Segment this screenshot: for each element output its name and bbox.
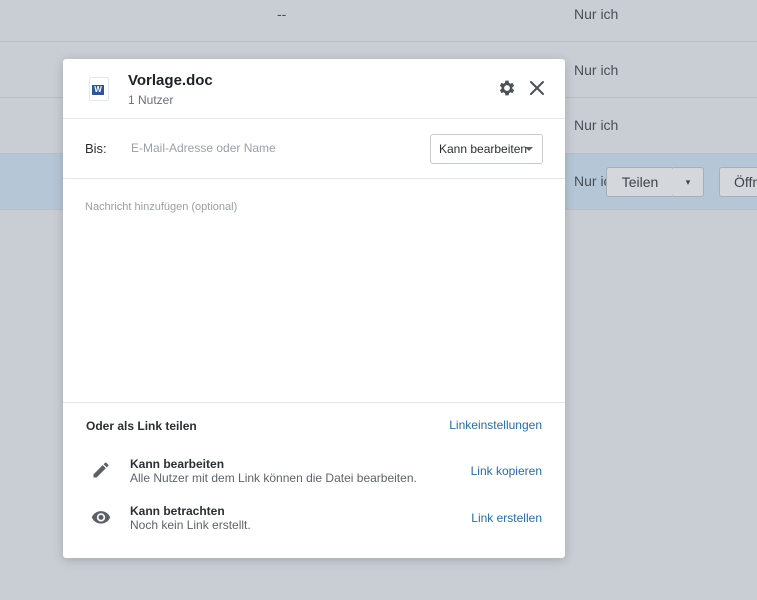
link-settings-link[interactable]: Linkeinstellungen (449, 418, 542, 432)
message-area (63, 179, 565, 403)
dialog-header: W Vorlage.doc 1 Nutzer (63, 59, 565, 119)
close-icon[interactable] (527, 78, 547, 98)
gear-icon[interactable] (497, 78, 517, 98)
pencil-icon (93, 462, 109, 478)
permission-value: Kann bearbeiten (439, 142, 528, 156)
create-link-button[interactable]: Link erstellen (471, 511, 542, 525)
link-section-title: Oder als Link teilen (86, 419, 197, 433)
file-access: Nur ich (574, 62, 619, 78)
to-label: Bis: (85, 141, 107, 156)
share-button[interactable]: Teilen (606, 167, 674, 197)
message-input[interactable] (85, 201, 545, 391)
chevron-down-icon (525, 147, 533, 151)
permission-dropdown[interactable]: Kann bearbeiten (430, 134, 543, 164)
file-row[interactable]: -- Nur ich (0, 0, 757, 42)
recipient-row: Bis: Kann bearbeiten (63, 119, 565, 179)
option-desc-edit: Alle Nutzer mit dem Link können die Date… (130, 471, 417, 485)
option-title-view: Kann betrachten (130, 504, 225, 518)
file-size: -- (277, 6, 287, 22)
share-dialog: W Vorlage.doc 1 Nutzer Bis: Kann bearbei… (63, 59, 565, 558)
eye-icon (91, 511, 111, 524)
share-menu-caret-icon[interactable]: ▾ (673, 167, 704, 197)
file-access: Nur ich (574, 6, 619, 22)
file-access: Nur ich (574, 117, 619, 133)
word-doc-icon: W (89, 77, 109, 101)
copy-link-button[interactable]: Link kopieren (471, 464, 542, 478)
option-title-edit: Kann bearbeiten (130, 457, 225, 471)
file-users-count: 1 Nutzer (128, 93, 174, 107)
recipient-input[interactable] (131, 134, 421, 162)
option-desc-view: Noch kein Link erstellt. (130, 518, 251, 532)
open-button[interactable]: Öffn (719, 167, 757, 197)
file-name: Vorlage.doc (128, 72, 213, 89)
